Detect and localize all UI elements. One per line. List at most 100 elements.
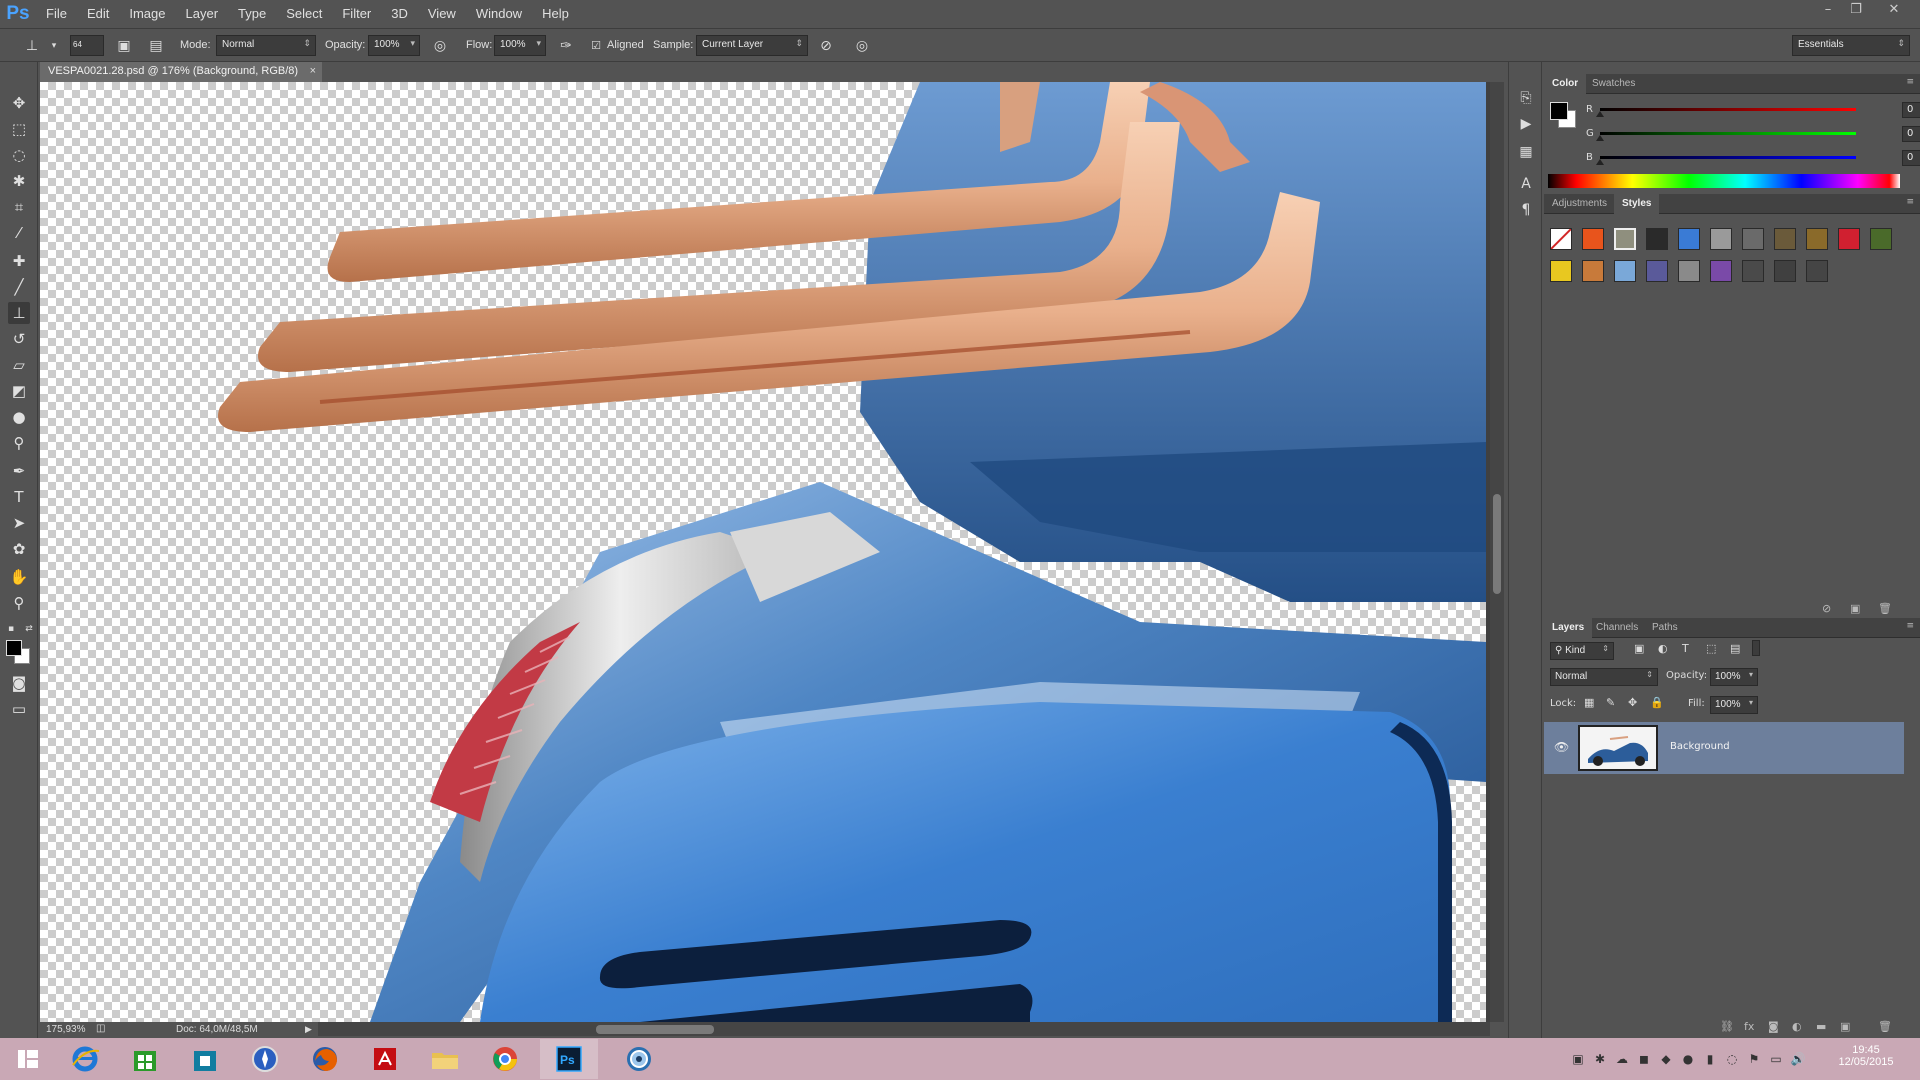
layer-opacity-input[interactable]: 100% ▾ [1710,668,1758,686]
delete-layer-icon[interactable]: 🗑 [1878,1020,1892,1033]
style-swatch[interactable] [1774,228,1796,250]
menu-file[interactable]: File [36,0,77,28]
menu-help[interactable]: Help [532,0,579,28]
menu-type[interactable]: Type [228,0,276,28]
menu-3d[interactable]: 3D [381,0,418,28]
default-colors-icon[interactable]: ▪ [4,618,18,640]
blue-value[interactable]: 0 [1902,150,1920,166]
toggle-clone-source-panel-icon[interactable]: ▤ [146,36,166,56]
layer-row-background[interactable]: 👁 Background [1544,722,1904,774]
pen-tool-icon[interactable]: ✒ [8,460,30,482]
status-icon[interactable]: ◫ [96,1023,105,1034]
actions-panel-icon[interactable]: ▶ [1516,114,1536,134]
tab-adjustments[interactable]: Adjustments [1544,194,1615,214]
style-swatch[interactable] [1550,228,1572,250]
start-button[interactable] [0,1039,56,1079]
blue-slider-knob[interactable] [1596,159,1604,165]
hand-tool-icon[interactable]: ✋ [8,566,30,588]
lock-all-icon[interactable]: 🔒 [1650,696,1664,709]
taskbar-chrome[interactable] [476,1039,534,1079]
paint-bucket-tool-icon[interactable]: ◩ [8,380,30,402]
menu-window[interactable]: Window [466,0,532,28]
pressure-size-icon[interactable]: ◎ [852,36,872,56]
workspace-select[interactable]: Essentials ⇕ [1792,35,1910,56]
green-slider-knob[interactable] [1596,135,1604,141]
vertical-scrollbar[interactable] [1490,82,1504,1022]
vertical-scroll-thumb[interactable] [1493,494,1501,594]
blur-tool-icon[interactable]: ● [8,406,30,428]
green-slider-track[interactable] [1600,132,1856,135]
taskbar-file-explorer[interactable] [416,1039,474,1079]
minimize-button[interactable]: – [1814,0,1842,20]
clone-stamp-tool-icon[interactable]: ⊥ [8,302,30,324]
new-style-icon[interactable]: ▣ [1850,602,1860,615]
red-slider-track[interactable] [1600,108,1856,111]
style-swatch[interactable] [1710,228,1732,250]
lasso-tool-icon[interactable]: ◌ [8,144,30,166]
tray-red-icon[interactable]: ◼ [1636,1051,1652,1067]
close-button[interactable]: ✕ [1880,0,1908,20]
toggle-brush-panel-icon[interactable]: ▣ [114,36,134,56]
lock-transparent-icon[interactable]: ▦ [1584,696,1594,709]
style-swatch[interactable] [1870,228,1892,250]
style-swatch[interactable] [1678,228,1700,250]
visibility-eye-icon[interactable]: 👁 [1554,740,1569,754]
tab-color[interactable]: Color [1544,74,1587,94]
foreground-color-swatch[interactable] [6,640,22,656]
pressure-opacity-icon[interactable]: ◎ [430,36,450,56]
taskbar-safari[interactable] [236,1039,294,1079]
taskbar-firefox[interactable] [296,1039,354,1079]
properties-panel-icon[interactable]: ▦ [1516,142,1536,162]
new-adjustment-layer-icon[interactable]: ◐ [1792,1020,1802,1033]
menu-select[interactable]: Select [276,0,332,28]
blend-mode-select[interactable]: Normal ⇕ [1550,668,1658,686]
filter-type-icon[interactable]: T [1682,642,1689,655]
tab-styles[interactable]: Styles [1614,194,1660,214]
green-value[interactable]: 0 [1902,126,1920,142]
layer-style-fx-icon[interactable]: fx [1744,1020,1754,1033]
aligned-checkbox[interactable]: ☑ [586,36,606,56]
tray-green-icon[interactable]: ◆ [1658,1051,1674,1067]
style-swatch[interactable] [1774,260,1796,282]
zoom-tool-icon[interactable]: ⚲ [8,592,30,614]
style-swatch[interactable] [1806,260,1828,282]
clear-style-icon[interactable]: ⊘ [1822,602,1831,615]
menu-image[interactable]: Image [119,0,175,28]
tab-paths[interactable]: Paths [1644,618,1686,638]
lock-image-icon[interactable]: ✎ [1606,696,1615,709]
canvas-area[interactable] [40,82,1490,1022]
brush-tool-icon[interactable]: ╱ [8,276,30,298]
custom-shape-tool-icon[interactable]: ✿ [8,538,30,560]
filter-smart-object-icon[interactable]: ▤ [1730,642,1740,655]
menu-filter[interactable]: Filter [332,0,381,28]
style-swatch[interactable] [1614,228,1636,250]
flag-icon[interactable]: ⚑ [1746,1051,1762,1067]
clone-stamp-tool-preset-icon[interactable]: ⊥ [22,36,42,56]
paragraph-panel-icon[interactable]: ¶ [1516,200,1536,220]
style-swatch[interactable] [1646,260,1668,282]
move-tool-icon[interactable]: ✥ [8,92,30,114]
panel-menu-icon[interactable]: ≡ [1906,77,1914,87]
ignore-adjustment-layers-icon[interactable]: ⊘ [816,36,836,56]
flow-input[interactable]: 100% ▾ [494,35,546,56]
eyedropper-tool-icon[interactable]: ⁄ [8,222,30,244]
style-swatch[interactable] [1742,260,1764,282]
red-value[interactable]: 0 [1902,102,1920,118]
link-layers-icon[interactable]: ⛓ [1720,1020,1734,1033]
style-swatch[interactable] [1710,260,1732,282]
style-swatch[interactable] [1582,228,1604,250]
menu-layer[interactable]: Layer [176,0,229,28]
airbrush-icon[interactable]: ✑ [556,36,576,56]
style-swatch[interactable] [1614,260,1636,282]
taskbar-acrobat[interactable] [356,1039,414,1079]
taskbar-internet-explorer[interactable] [56,1039,114,1079]
taskbar-clock[interactable]: 19:45 12/05/2015 [1818,1044,1914,1076]
new-layer-icon[interactable]: ▣ [1840,1020,1850,1033]
red-slider-knob[interactable] [1596,111,1604,117]
panel-menu-icon[interactable]: ≡ [1906,197,1914,207]
style-swatch[interactable] [1646,228,1668,250]
preset-dropdown-icon[interactable]: ▾ [44,36,64,56]
taskbar-photoshop[interactable]: Ps [540,1039,598,1079]
history-brush-tool-icon[interactable]: ↺ [8,328,30,350]
screen-mode-icon[interactable]: ▭ [8,698,30,720]
